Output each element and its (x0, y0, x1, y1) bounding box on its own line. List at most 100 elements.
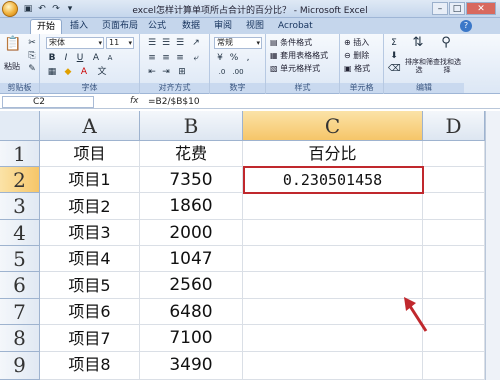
bold-button[interactable]: B (46, 52, 58, 64)
minimize-button[interactable]: – (432, 2, 448, 15)
cell-b9[interactable]: 3490 (140, 352, 243, 380)
fx-icon[interactable]: fx (130, 96, 139, 106)
font-color-icon[interactable]: A (78, 66, 90, 78)
row-header[interactable]: 9 (0, 352, 40, 380)
format-as-table-button[interactable]: ▦ 套用表格格式 (270, 51, 328, 61)
row-header[interactable]: 8 (0, 325, 40, 352)
cell-c6[interactable] (243, 272, 423, 299)
find-select-label[interactable]: 查找和选择 (432, 58, 462, 74)
tab-view[interactable]: 视图 (240, 19, 270, 34)
maximize-button[interactable]: □ (449, 2, 465, 15)
redo-icon[interactable]: ↷ (50, 3, 62, 15)
paste-icon[interactable]: 📋 (4, 37, 22, 56)
cell-a2[interactable]: 项目1 (40, 167, 140, 193)
row-header[interactable]: 5 (0, 246, 40, 272)
help-icon[interactable]: ? (460, 20, 472, 32)
insert-cells-button[interactable]: ⊕ 插入 (344, 38, 369, 48)
cell-a5[interactable]: 项目4 (40, 246, 140, 272)
row-header[interactable]: 4 (0, 220, 40, 246)
row-header[interactable]: 2 (0, 167, 40, 193)
cell-c3[interactable] (243, 193, 423, 220)
cell-b4[interactable]: 2000 (140, 220, 243, 246)
cell-b5[interactable]: 1047 (140, 246, 243, 272)
cell-a3[interactable]: 项目2 (40, 193, 140, 220)
cell-c1[interactable]: 百分比 (243, 141, 423, 167)
cell-a7[interactable]: 项目6 (40, 299, 140, 325)
clear-icon[interactable]: ⌫ (388, 63, 401, 75)
office-button[interactable] (2, 1, 18, 17)
fill-icon[interactable]: ⬇ (388, 50, 400, 62)
tab-insert[interactable]: 插入 (64, 19, 94, 34)
cell-d6[interactable] (423, 272, 485, 299)
comma-button[interactable]: , (242, 52, 254, 64)
align-center-icon[interactable]: ≡ (160, 52, 172, 64)
tab-formulas[interactable]: 公式 (142, 19, 172, 34)
decrease-indent-icon[interactable]: ⇤ (146, 66, 158, 78)
row-header[interactable]: 6 (0, 272, 40, 299)
align-top-icon[interactable]: ☰ (146, 37, 158, 49)
cell-a6[interactable]: 项目5 (40, 272, 140, 299)
cell-c4[interactable] (243, 220, 423, 246)
name-box[interactable]: C2 (2, 96, 94, 108)
customize-toolbar-icon[interactable]: ▾ (64, 3, 76, 15)
fill-color-icon[interactable]: ◆ (62, 66, 74, 78)
delete-cells-button[interactable]: ⊖ 删除 (344, 51, 369, 61)
row-header[interactable]: 7 (0, 299, 40, 325)
align-right-icon[interactable]: ≡ (174, 52, 186, 64)
sort-filter-icon[interactable]: ⇅ (410, 36, 426, 53)
sort-filter-label[interactable]: 排序和筛选 (404, 58, 434, 74)
column-header-c[interactable]: C (243, 111, 423, 141)
cut-icon[interactable]: ✂ (26, 37, 38, 49)
undo-icon[interactable]: ↶ (36, 3, 48, 15)
row-header[interactable]: 1 (0, 141, 40, 167)
cell-d5[interactable] (423, 246, 485, 272)
font-shrink-icon[interactable]: A (104, 52, 116, 64)
number-format-combo[interactable]: 常规 ▾ (214, 37, 262, 49)
row-header[interactable]: 3 (0, 193, 40, 220)
select-all-corner[interactable] (0, 111, 40, 141)
column-header-b[interactable]: B (140, 111, 243, 141)
cell-d1[interactable] (423, 141, 485, 167)
cell-d2[interactable] (423, 167, 485, 193)
cell-a4[interactable]: 项目3 (40, 220, 140, 246)
paste-label[interactable]: 粘贴 (4, 62, 20, 72)
font-name-combo[interactable]: 宋体 ▾ (46, 37, 104, 49)
cell-d3[interactable] (423, 193, 485, 220)
column-header-a[interactable]: A (40, 111, 140, 141)
font-size-combo[interactable]: 11 ▾ (106, 37, 134, 49)
cell-d9[interactable] (423, 352, 485, 380)
copy-icon[interactable]: ⎘ (26, 50, 38, 62)
cell-a1[interactable]: 项目 (40, 141, 140, 167)
cell-b7[interactable]: 6480 (140, 299, 243, 325)
cell-a8[interactable]: 项目7 (40, 325, 140, 352)
cell-a9[interactable]: 项目8 (40, 352, 140, 380)
align-middle-icon[interactable]: ☰ (160, 37, 172, 49)
tab-data[interactable]: 数据 (176, 19, 206, 34)
increase-indent-icon[interactable]: ⇥ (160, 66, 172, 78)
underline-button[interactable]: U (74, 52, 86, 64)
tab-home[interactable]: 开始 (30, 19, 63, 34)
tab-review[interactable]: 审阅 (208, 19, 238, 34)
cell-styles-button[interactable]: ▧ 单元格样式 (270, 64, 320, 74)
cell-b2[interactable]: 7350 (140, 167, 243, 193)
cell-c9[interactable] (243, 352, 423, 380)
formula-input[interactable]: =B2/$B$10 (148, 96, 200, 108)
vertical-scrollbar[interactable] (485, 111, 500, 380)
cell-c5[interactable] (243, 246, 423, 272)
merge-cells-icon[interactable]: ⊞ (176, 66, 188, 78)
phonetic-icon[interactable]: 文 (96, 66, 108, 78)
autosum-button[interactable]: Σ (388, 37, 400, 49)
wrap-text-icon[interactable]: ⤶ (190, 52, 202, 64)
align-left-icon[interactable]: ≡ (146, 52, 158, 64)
cell-d4[interactable] (423, 220, 485, 246)
increase-decimal-icon[interactable]: .0 (216, 66, 228, 78)
italic-button[interactable]: I (60, 52, 72, 64)
border-icon[interactable]: ▦ (46, 66, 58, 78)
format-painter-icon[interactable]: ✎ (26, 63, 38, 75)
align-bottom-icon[interactable]: ☰ (174, 37, 186, 49)
conditional-format-button[interactable]: ▤ 条件格式 (270, 38, 312, 48)
tab-page-layout[interactable]: 页面布局 (96, 19, 144, 34)
cell-b3[interactable]: 1860 (140, 193, 243, 220)
find-select-icon[interactable]: ⚲ (438, 36, 454, 53)
close-button[interactable]: ✕ (466, 2, 496, 15)
